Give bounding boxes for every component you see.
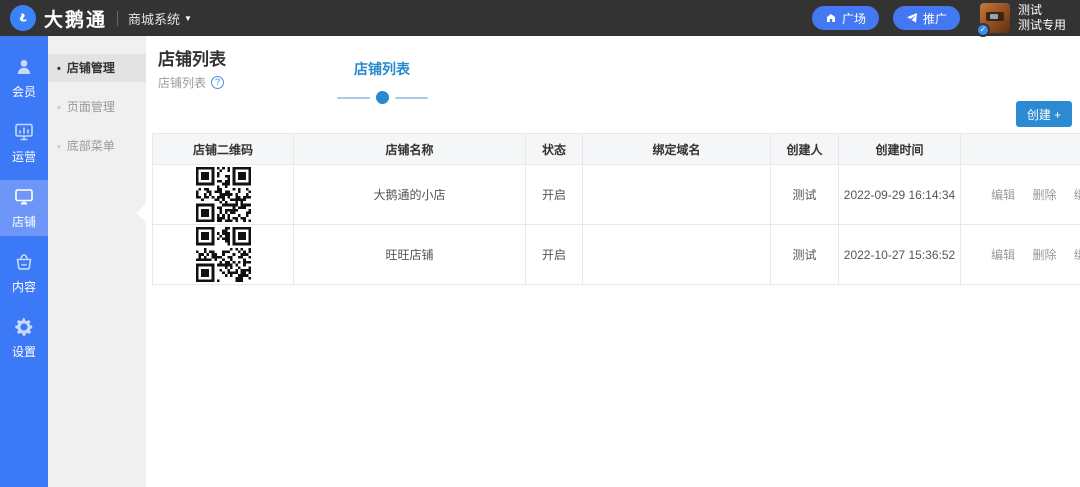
- topbar-divider: [117, 10, 119, 26]
- tab-shop-list[interactable]: 店铺列表: [332, 59, 432, 79]
- bullet-icon: •: [57, 63, 61, 75]
- sidebar-item-settings[interactable]: 设置: [0, 310, 48, 366]
- shop-table: 店铺二维码 店铺名称 状态 绑定域名 创建人 创建时间 大鹅通的小店 开启 测试…: [152, 133, 1080, 285]
- sidebar-label: 运营: [11, 150, 36, 164]
- plaza-button[interactable]: 广场: [811, 6, 879, 30]
- sidebar-label: 内容: [11, 280, 36, 294]
- promote-button[interactable]: 推广: [892, 6, 960, 30]
- basket-icon: [16, 254, 32, 270]
- primary-sidebar: 会员 运营 店铺 内容 设置: [0, 36, 48, 487]
- shop-domain: [582, 224, 771, 285]
- create-button[interactable]: 创建 +: [1016, 101, 1072, 127]
- main-content: 店铺列表 店铺列表 ? 店铺列表 创建 + 店铺二维码 店铺名称 状态 绑定域名…: [146, 36, 1080, 487]
- qr-code-image: [195, 227, 251, 282]
- submenu-label: 页面管理: [66, 100, 115, 114]
- shop-domain: [582, 164, 771, 225]
- col-actions: [960, 133, 1080, 165]
- submenu-item-page-management[interactable]: • 页面管理: [48, 93, 146, 121]
- page-title: 店铺列表: [158, 50, 226, 69]
- shop-created: 2022-09-29 16:14:34: [838, 164, 961, 225]
- shop-creator: 测试: [770, 164, 839, 225]
- plaza-button-label: 广场: [841, 11, 866, 26]
- col-status: 状态: [525, 133, 583, 165]
- indicator-line: [336, 96, 370, 99]
- col-name: 店铺名称: [293, 133, 526, 165]
- plaza-icon: [826, 14, 835, 22]
- sidebar-label: 店铺: [11, 215, 36, 229]
- delete-link[interactable]: 删除: [1032, 188, 1056, 202]
- submenu-label: 底部菜单: [66, 139, 115, 153]
- page-subtitle: 店铺列表 ?: [158, 74, 225, 91]
- goose-logo-icon: [10, 5, 36, 31]
- gear-icon: [15, 318, 33, 336]
- active-panel-notch: [136, 204, 146, 222]
- table-header-row: 店铺二维码 店铺名称 状态 绑定域名 创建人 创建时间: [152, 133, 1080, 165]
- row-actions: 编辑 删除 绑定域名: [960, 164, 1080, 225]
- submenu-item-bottom-menu[interactable]: • 底部菜单: [48, 132, 146, 160]
- bullet-icon: •: [57, 102, 61, 114]
- indicator-dot: [375, 91, 389, 104]
- sidebar-item-shop[interactable]: 店铺: [0, 180, 48, 236]
- secondary-sidebar: • 店铺管理 • 页面管理 • 底部菜单: [48, 36, 146, 487]
- user-org: 测试专用: [1017, 18, 1066, 32]
- verified-badge-icon: ✓: [975, 23, 990, 37]
- submenu-item-shop-management[interactable]: • 店铺管理: [48, 54, 146, 82]
- delete-link[interactable]: 删除: [1032, 248, 1056, 262]
- shop-created: 2022-10-27 15:36:52: [838, 224, 961, 285]
- shop-status: 开启: [525, 164, 583, 225]
- shop-name: 大鹅通的小店: [293, 164, 526, 225]
- shop-name: 旺旺店铺: [293, 224, 526, 285]
- user-avatar[interactable]: ✓: [975, 3, 1010, 37]
- tab-indicator: [336, 91, 428, 104]
- sidebar-label: 设置: [11, 345, 36, 359]
- page-subtitle-text: 店铺列表: [158, 76, 207, 90]
- analytics-icon: [15, 123, 33, 141]
- help-icon[interactable]: ?: [211, 76, 225, 89]
- chevron-down-icon: ▼: [184, 13, 192, 23]
- brand-name: 大鹅通: [44, 9, 108, 31]
- sidebar-item-operations[interactable]: 运营: [0, 115, 48, 171]
- sidebar-label: 会员: [11, 85, 36, 99]
- sidebar-item-members[interactable]: 会员: [0, 50, 48, 106]
- top-bar: 大鹅通 商城系统 ▼ 广场 推广 ✓ 测试 测试专用: [0, 0, 1080, 37]
- submenu-label: 店铺管理: [66, 61, 115, 75]
- system-menu-dropdown[interactable]: 商城系统 ▼: [128, 9, 192, 28]
- system-menu-label: 商城系统: [128, 11, 181, 27]
- table-row: 大鹅通的小店 开启 测试 2022-09-29 16:14:34 编辑 删除 绑…: [152, 164, 1080, 225]
- user-name: 测试: [1017, 3, 1042, 17]
- col-creator: 创建人: [770, 133, 839, 165]
- col-created: 创建时间: [838, 133, 961, 165]
- user-info[interactable]: 测试 测试专用: [1018, 3, 1066, 33]
- member-icon: [17, 60, 31, 74]
- col-domain: 绑定域名: [582, 133, 771, 165]
- indicator-line: [394, 96, 428, 99]
- shop-status: 开启: [525, 224, 583, 285]
- shop-icon: [15, 189, 33, 205]
- bind-domain-link[interactable]: 绑定域名: [1074, 248, 1080, 262]
- bullet-icon: •: [57, 141, 61, 153]
- promote-button-label: 推广: [922, 11, 947, 26]
- edit-link[interactable]: 编辑: [991, 248, 1015, 262]
- table-row: 旺旺店铺 开启 测试 2022-10-27 15:36:52 编辑 删除 绑定域…: [152, 224, 1080, 285]
- bind-domain-link[interactable]: 绑定域名: [1074, 188, 1080, 202]
- col-qr: 店铺二维码: [152, 133, 294, 165]
- sidebar-item-content[interactable]: 内容: [0, 245, 48, 301]
- edit-link[interactable]: 编辑: [991, 188, 1015, 202]
- paper-plane-icon: [906, 13, 917, 23]
- shop-creator: 测试: [770, 224, 839, 285]
- row-actions: 编辑 删除 绑定域名: [960, 224, 1080, 285]
- qr-code-image: [195, 167, 251, 222]
